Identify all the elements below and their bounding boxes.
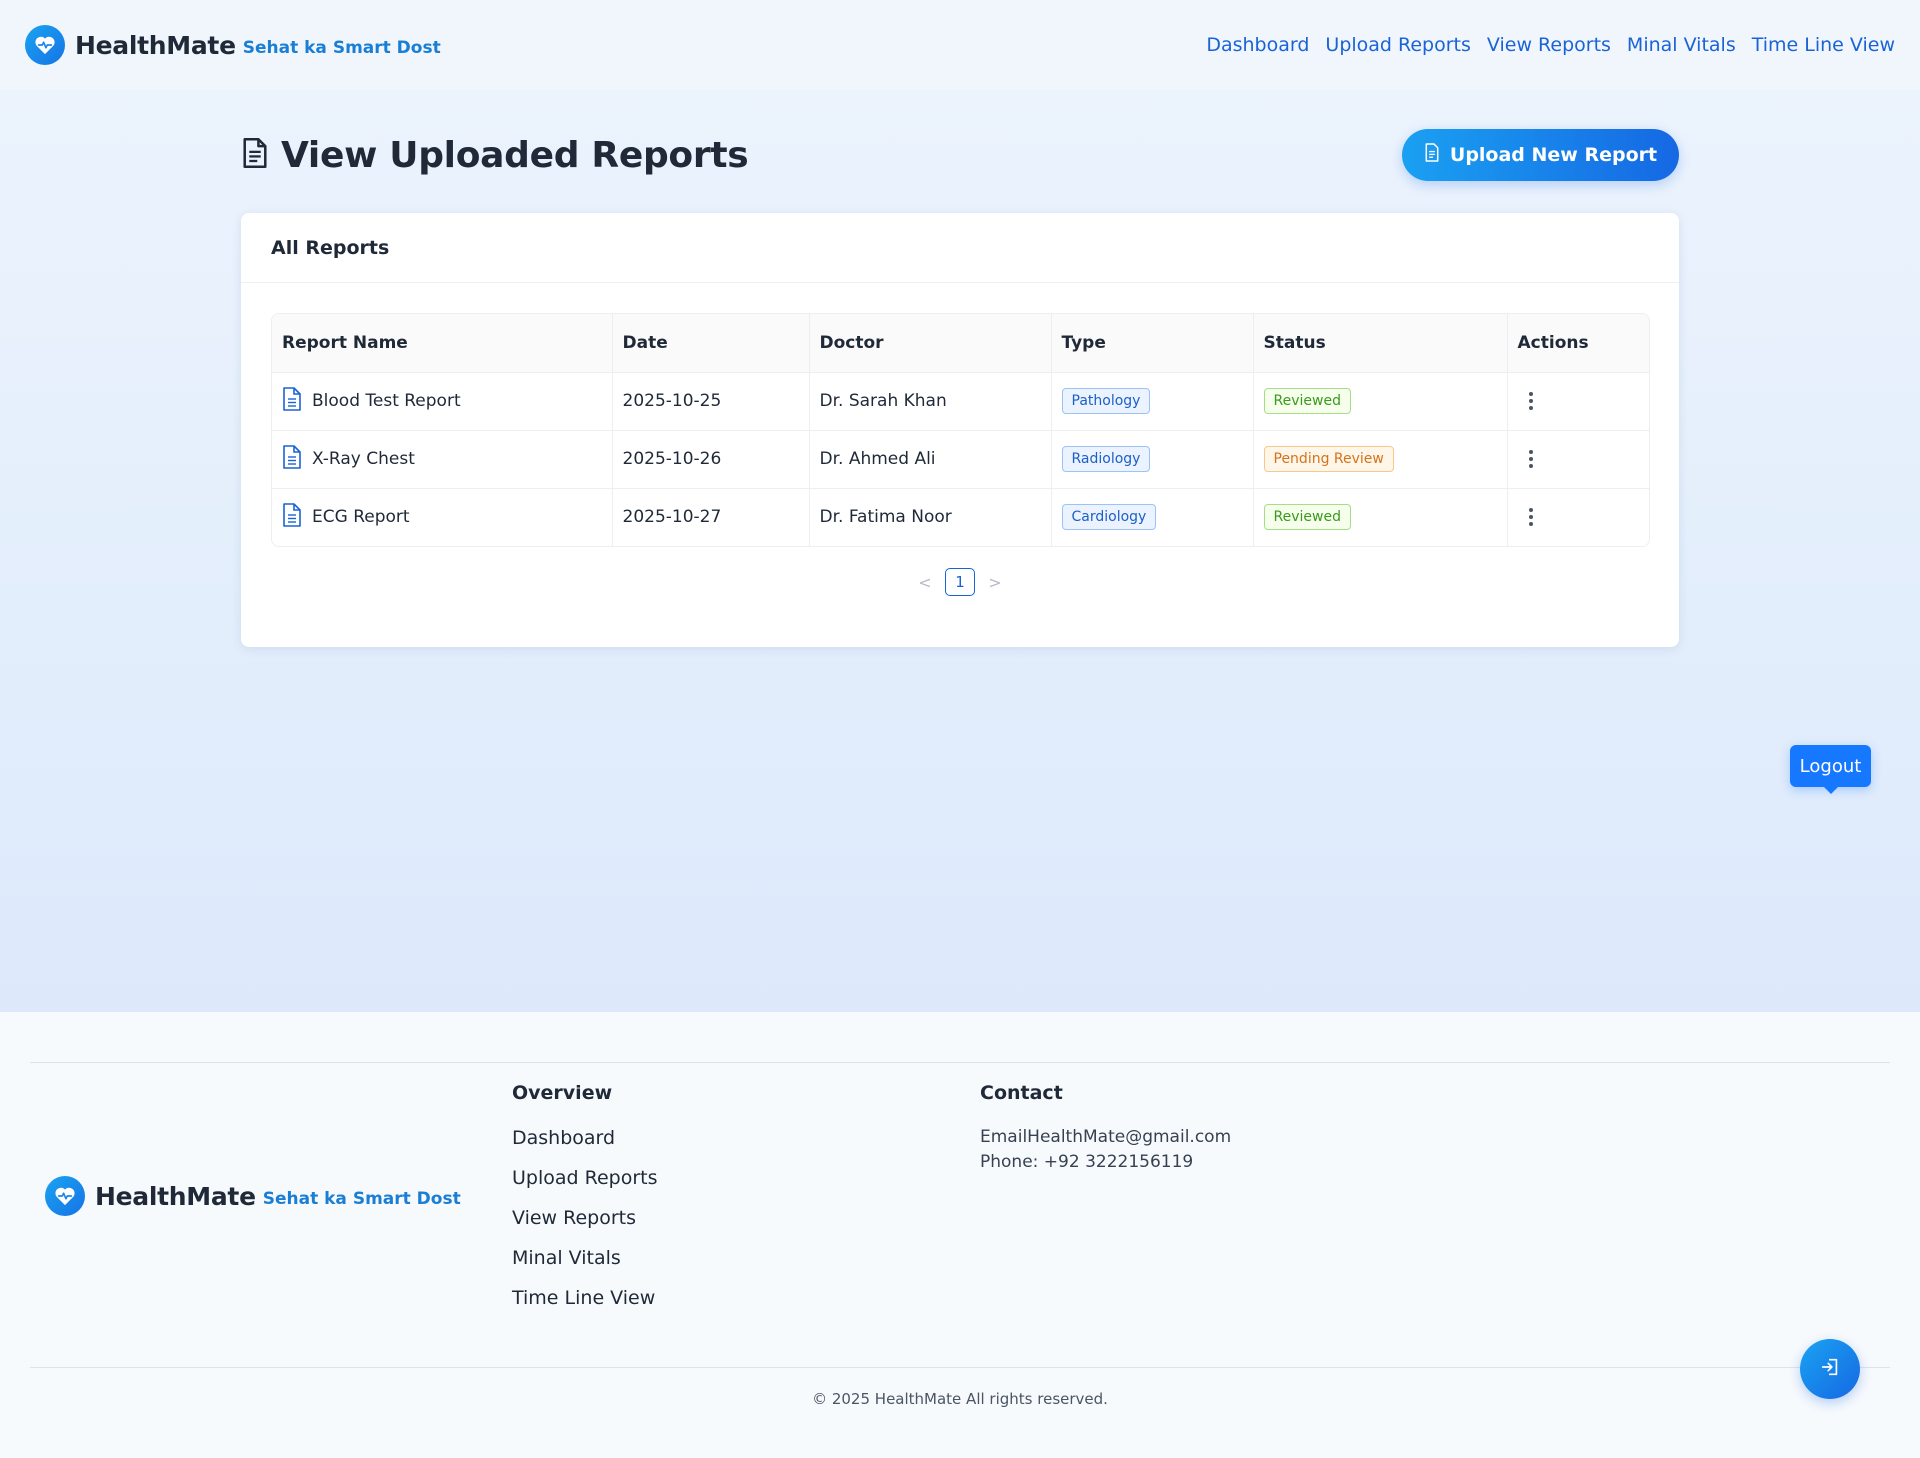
column-header-actions: Actions <box>1507 314 1649 373</box>
page-title: View Uploaded Reports <box>281 134 749 176</box>
logout-button[interactable] <box>1800 1339 1860 1399</box>
footer-divider-bottom <box>30 1367 1890 1368</box>
more-actions-icon[interactable] <box>1528 392 1533 410</box>
copyright: © 2025 HealthMate All rights reserved. <box>812 1390 1108 1408</box>
page-1-button[interactable]: 1 <box>945 568 975 596</box>
nav-dashboard[interactable]: Dashboard <box>1206 34 1309 56</box>
table-row[interactable]: Blood Test Report 2025-10-25 Dr. Sarah K… <box>272 372 1649 431</box>
more-actions-icon[interactable] <box>1528 508 1533 527</box>
contact-phone: Phone: +92 3222156119 <box>980 1152 1194 1172</box>
table-header-row: Report Name Date Doctor Type Status Acti… <box>272 314 1649 373</box>
status-badge: Reviewed <box>1263 388 1351 414</box>
report-date: 2025-10-25 <box>612 372 810 431</box>
brand-tagline: Sehat ka Smart Dost <box>242 38 441 58</box>
more-actions-icon[interactable] <box>1528 450 1533 468</box>
type-badge: Pathology <box>1061 388 1151 414</box>
brand-logo[interactable]: HealthMate Sehat ka Smart Dost <box>25 25 441 65</box>
type-badge: Radiology <box>1061 446 1151 472</box>
card-title: All Reports <box>241 213 1679 283</box>
logout-tooltip: Logout <box>1790 745 1871 794</box>
top-header: HealthMate Sehat ka Smart Dost Dashboard… <box>0 0 1920 90</box>
footer-overview-title: Overview <box>512 1082 613 1104</box>
footer-link-dashboard[interactable]: Dashboard <box>512 1125 658 1151</box>
pagination: < 1 > <box>241 567 1679 597</box>
nav-upload-reports[interactable]: Upload Reports <box>1325 34 1471 56</box>
footer-overview-links: Dashboard Upload Reports View Reports Mi… <box>512 1125 658 1311</box>
column-header-report-name[interactable]: Report Name <box>272 314 613 373</box>
footer-brand[interactable]: HealthMate Sehat ka Smart Dost <box>45 1176 461 1216</box>
page-title-wrap: View Uploaded Reports <box>241 134 749 176</box>
upload-button-label: Upload New Report <box>1449 144 1658 166</box>
heart-pulse-icon <box>25 25 65 65</box>
report-name[interactable]: ECG Report <box>312 507 410 527</box>
column-header-status[interactable]: Status <box>1253 314 1508 373</box>
footer-divider-top <box>30 1062 1890 1063</box>
heart-pulse-icon <box>45 1176 85 1216</box>
contact-email[interactable]: EmailHealthMate@gmail.com <box>980 1125 1231 1150</box>
type-badge: Cardiology <box>1061 504 1157 531</box>
report-doctor: Dr. Sarah Khan <box>809 372 1052 431</box>
footer-link-view-reports[interactable]: View Reports <box>512 1205 658 1231</box>
reports-card: All Reports Report Name Date Doctor Type… <box>241 213 1679 647</box>
prev-page-button[interactable]: < <box>915 573 935 592</box>
title-row: View Uploaded Reports Upload New Report <box>241 128 1679 182</box>
brand-name: HealthMate <box>75 30 236 60</box>
status-badge: Pending Review <box>1263 446 1394 472</box>
footer-contact: EmailHealthMate@gmail.com Phone: +92 322… <box>980 1125 1231 1175</box>
report-date: 2025-10-26 <box>612 430 810 489</box>
footer-link-minal-vitals[interactable]: Minal Vitals <box>512 1245 658 1271</box>
report-doctor: Dr. Fatima Noor <box>809 488 1052 546</box>
next-page-button[interactable]: > <box>985 573 1005 592</box>
logout-icon <box>1819 1356 1841 1382</box>
reports-table: Report Name Date Doctor Type Status Acti… <box>271 313 1650 547</box>
report-name[interactable]: X-Ray Chest <box>312 449 415 469</box>
footer-link-upload-reports[interactable]: Upload Reports <box>512 1165 658 1191</box>
nav-time-line-view[interactable]: Time Line View <box>1752 34 1895 56</box>
report-name[interactable]: Blood Test Report <box>312 391 461 411</box>
footer-contact-title: Contact <box>980 1082 1063 1104</box>
column-header-type[interactable]: Type <box>1051 314 1254 373</box>
main-nav: Dashboard Upload Reports View Reports Mi… <box>1206 34 1895 56</box>
table-row[interactable]: X-Ray Chest 2025-10-26 Dr. Ahmed Ali Rad… <box>272 430 1649 489</box>
column-header-doctor[interactable]: Doctor <box>809 314 1052 373</box>
footer: HealthMate Sehat ka Smart Dost Overview … <box>0 1012 1920 1458</box>
footer-brand-tagline: Sehat ka Smart Dost <box>262 1189 461 1209</box>
report-date: 2025-10-27 <box>612 488 810 546</box>
report-file-icon <box>282 444 302 474</box>
report-doctor: Dr. Ahmed Ali <box>809 430 1052 489</box>
report-file-icon <box>282 502 302 532</box>
report-file-icon <box>282 386 302 416</box>
file-icon <box>1424 143 1440 167</box>
status-badge: Reviewed <box>1263 504 1351 531</box>
upload-new-report-button[interactable]: Upload New Report <box>1402 129 1679 181</box>
column-header-date[interactable]: Date <box>612 314 810 373</box>
nav-minal-vitals[interactable]: Minal Vitals <box>1627 34 1736 56</box>
footer-brand-name: HealthMate <box>95 1181 256 1211</box>
footer-link-time-line-view[interactable]: Time Line View <box>512 1285 658 1311</box>
table-row[interactable]: ECG Report 2025-10-27 Dr. Fatima Noor Ca… <box>272 488 1649 546</box>
document-icon <box>241 137 269 173</box>
nav-view-reports[interactable]: View Reports <box>1487 34 1611 56</box>
